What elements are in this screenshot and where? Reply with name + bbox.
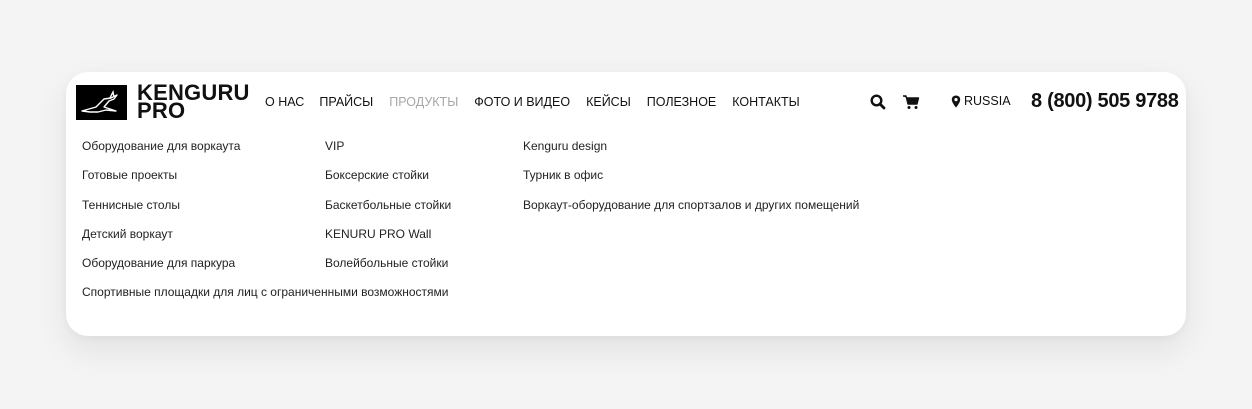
menu-link[interactable]: VIP (325, 138, 451, 154)
main-nav: О НАС ПРАЙСЫ ПРОДУКТЫ ФОТО И ВИДЕО КЕЙСЫ… (265, 94, 800, 110)
logo[interactable]: KENGURU PRO (76, 82, 250, 122)
nav-about[interactable]: О НАС (265, 94, 304, 110)
nav-cases[interactable]: КЕЙСЫ (586, 94, 631, 110)
cart-icon[interactable] (902, 93, 920, 111)
nav-prices[interactable]: ПРАЙСЫ (319, 94, 373, 110)
map-marker-icon (951, 95, 961, 107)
menu-link[interactable]: Турник в офис (523, 167, 859, 183)
mega-menu-card: KENGURU PRO О НАС ПРАЙСЫ ПРОДУКТЫ ФОТО И… (66, 72, 1186, 336)
search-icon[interactable] (869, 93, 887, 111)
menu-link[interactable]: Спортивные площадки для лиц с ограниченн… (82, 284, 448, 300)
nav-products[interactable]: ПРОДУКТЫ (389, 94, 458, 110)
nav-useful[interactable]: ПОЛЕЗНОЕ (647, 94, 716, 110)
menu-link[interactable]: Баскетбольные стойки (325, 197, 451, 213)
menu-column-2: VIP Боксерские стойки Баскетбольные стой… (325, 138, 451, 284)
nav-photo-video[interactable]: ФОТО И ВИДЕО (474, 94, 570, 110)
region-selector[interactable]: RUSSIA (951, 93, 1011, 109)
menu-column-3: Kenguru design Турник в офис Воркаут-обо… (523, 138, 859, 226)
phone-number[interactable]: 8 (800) 505 9788 (1031, 88, 1179, 114)
menu-link[interactable]: KENURU PRO Wall (325, 226, 451, 242)
kangaroo-logo-icon (76, 84, 127, 120)
menu-link[interactable]: Волейбольные стойки (325, 255, 451, 271)
nav-contacts[interactable]: КОНТАКТЫ (732, 94, 799, 110)
menu-link[interactable]: Боксерские стойки (325, 167, 451, 183)
region-label: RUSSIA (964, 94, 1011, 108)
menu-link[interactable]: Kenguru design (523, 138, 859, 154)
logo-text: KENGURU PRO (137, 82, 250, 122)
menu-link[interactable]: Воркаут-оборудование для спортзалов и др… (523, 197, 859, 213)
